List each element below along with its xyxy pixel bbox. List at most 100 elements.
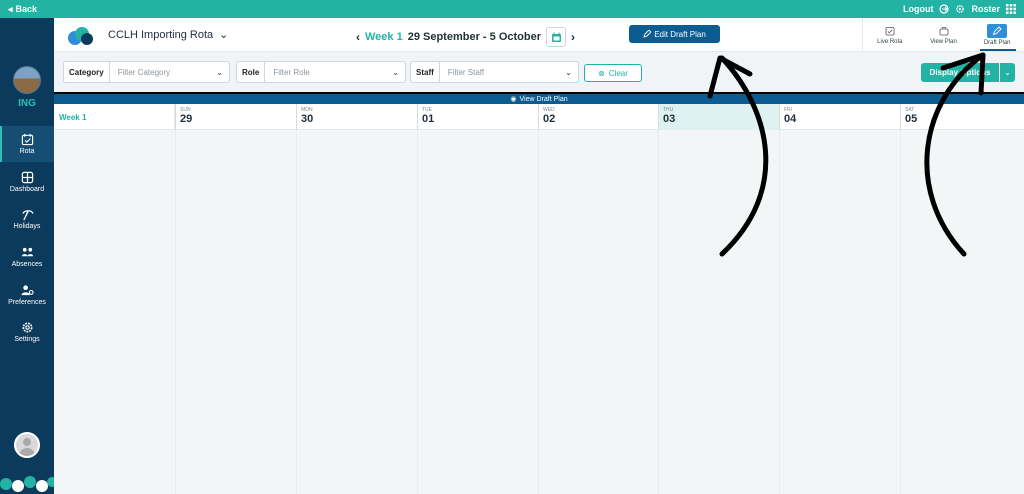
day-header-mon[interactable]: MON 30 bbox=[296, 104, 417, 130]
display-options-button[interactable]: Display Options bbox=[921, 63, 999, 82]
filter-label: Role bbox=[237, 62, 266, 82]
organisation-name: ING bbox=[18, 98, 36, 109]
logout-icon[interactable] bbox=[939, 4, 950, 14]
filter-placeholder: Filter Category bbox=[117, 67, 171, 77]
day-date: 02 bbox=[543, 113, 556, 125]
day-header-wed[interactable]: WED 02 bbox=[538, 104, 659, 130]
sidebar-item-label: Rota bbox=[19, 148, 35, 155]
clear-label: Clear bbox=[608, 68, 628, 78]
column-divider bbox=[779, 130, 780, 494]
eye-icon: ◉ bbox=[510, 96, 517, 103]
tab-label: Live Rota bbox=[877, 39, 903, 45]
filter-label: Category bbox=[64, 62, 110, 82]
day-date: 05 bbox=[905, 113, 918, 125]
column-divider bbox=[417, 130, 418, 494]
date-range: 29 September - 5 October bbox=[407, 31, 541, 43]
week-label: Week 1 bbox=[365, 31, 403, 43]
top-bar: ◂ Back Logout Roster bbox=[0, 0, 1024, 18]
role-filter[interactable]: Role Filter Role ⌄ bbox=[236, 61, 406, 83]
day-date: 01 bbox=[422, 113, 435, 125]
column-divider bbox=[538, 130, 539, 494]
chevron-down-icon: ⌄ bbox=[392, 67, 399, 77]
sidebar-item-dashboard[interactable]: Dashboard bbox=[0, 164, 54, 200]
gear-icon bbox=[21, 322, 33, 333]
tab-view-plan[interactable]: View Plan bbox=[917, 18, 971, 52]
clear-icon: ⊗ bbox=[598, 68, 605, 78]
draft-plan-banner: ◉ View Draft Plan bbox=[54, 94, 1024, 104]
sidebar-item-preferences[interactable]: Preferences bbox=[0, 277, 54, 313]
preferences-icon bbox=[20, 285, 34, 296]
category-filter[interactable]: Category Filter Category ⌄ bbox=[63, 61, 230, 83]
day-date: 29 bbox=[180, 113, 193, 125]
display-options-dropdown[interactable]: ⌄ bbox=[1000, 63, 1015, 82]
briefcase-icon bbox=[939, 27, 948, 36]
back-label: Back bbox=[15, 4, 38, 14]
view-tabs: Live Rota View Plan Draft Plan bbox=[862, 18, 1024, 52]
back-button[interactable]: ◂ Back bbox=[8, 4, 37, 15]
column-divider bbox=[658, 130, 659, 494]
tab-live-rota[interactable]: Live Rota bbox=[863, 18, 917, 52]
filter-label: Staff bbox=[411, 62, 440, 82]
filter-placeholder: Filter Staff bbox=[447, 67, 485, 77]
sidebar-item-label: Settings bbox=[14, 336, 40, 343]
sidebar-item-label: Dashboard bbox=[9, 186, 45, 193]
back-arrow-icon: ◂ bbox=[8, 3, 13, 14]
sidebar-item-rota[interactable]: Rota bbox=[0, 126, 54, 162]
settings-gear-icon[interactable] bbox=[955, 4, 965, 14]
clear-filters-button[interactable]: ⊗ Clear bbox=[584, 64, 642, 82]
day-header-thu[interactable]: THU 03 bbox=[658, 104, 779, 130]
pencil-icon bbox=[643, 30, 652, 38]
tab-label: Draft Plan bbox=[983, 40, 1011, 46]
calendar-icon bbox=[551, 32, 561, 42]
staff-filter[interactable]: Staff Filter Staff ⌄ bbox=[410, 61, 579, 83]
day-date: 03 bbox=[663, 113, 676, 125]
calendar-check-icon bbox=[885, 27, 895, 36]
apps-grid-icon[interactable] bbox=[1006, 4, 1016, 14]
decorative-pattern bbox=[0, 476, 54, 492]
app-logo bbox=[68, 27, 93, 45]
sidebar-item-label: Holidays bbox=[13, 223, 41, 230]
edit-draft-plan-button[interactable]: Edit Draft Plan bbox=[629, 25, 720, 43]
day-header-fri[interactable]: FRI 04 bbox=[779, 104, 900, 130]
chevron-down-icon: ⌄ bbox=[565, 67, 572, 77]
grid-header: Week 1 SUN 29 MON 30 TUE 01 WED 02 THU 0… bbox=[54, 104, 1024, 130]
sidebar-item-absences[interactable]: Absences bbox=[0, 239, 54, 275]
day-date: 30 bbox=[301, 113, 314, 125]
column-divider bbox=[900, 130, 901, 494]
roster-label[interactable]: Roster bbox=[971, 4, 1000, 14]
rota-name: CCLH Importing Rota bbox=[108, 28, 214, 41]
logout-button[interactable]: Logout bbox=[903, 4, 934, 14]
user-avatar[interactable] bbox=[14, 432, 40, 458]
column-divider bbox=[296, 130, 297, 494]
filter-bar: Category Filter Category ⌄ Role Filter R… bbox=[54, 52, 1024, 92]
day-header-sat[interactable]: SAT 05 bbox=[900, 104, 1021, 130]
header: CCLH Importing Rota ⌄ ‹ Week 1 29 Septem… bbox=[54, 18, 1024, 52]
dashboard-icon bbox=[21, 171, 33, 184]
day-date: 04 bbox=[784, 113, 797, 125]
sidebar-item-label: Preferences bbox=[8, 299, 46, 306]
tab-draft-plan[interactable]: Draft Plan bbox=[970, 18, 1024, 52]
edit-draft-plan-label: Edit Draft Plan bbox=[654, 29, 706, 39]
week-column-label: Week 1 bbox=[54, 104, 175, 130]
rota-grid: Week 1 SUN 29 MON 30 TUE 01 WED 02 THU 0… bbox=[54, 104, 1024, 494]
rota-selector[interactable]: CCLH Importing Rota ⌄ bbox=[108, 28, 229, 42]
sidebar-item-settings[interactable]: Settings bbox=[0, 314, 54, 350]
holiday-icon bbox=[21, 210, 34, 221]
calendar-icon bbox=[21, 133, 33, 146]
chevron-down-icon: ⌄ bbox=[1004, 68, 1011, 77]
chevron-down-icon: ⌄ bbox=[216, 67, 223, 77]
sidebar: ING Rota Dashboard Holidays Absences Pre… bbox=[0, 18, 54, 494]
grid-body bbox=[54, 130, 1024, 494]
chevron-down-icon: ⌄ bbox=[219, 29, 229, 41]
tab-label: View Plan bbox=[930, 39, 957, 45]
pencil-icon bbox=[992, 26, 1002, 36]
sidebar-item-holidays[interactable]: Holidays bbox=[0, 201, 54, 237]
day-header-sun[interactable]: SUN 29 bbox=[175, 104, 296, 130]
display-options-label: Display Options bbox=[929, 68, 991, 77]
day-header-tue[interactable]: TUE 01 bbox=[417, 104, 538, 130]
next-week-button[interactable]: › bbox=[571, 30, 575, 44]
previous-week-button[interactable]: ‹ bbox=[356, 30, 360, 44]
organisation-image[interactable] bbox=[13, 66, 41, 94]
date-picker-button[interactable] bbox=[546, 27, 566, 47]
filter-placeholder: Filter Role bbox=[273, 67, 310, 77]
